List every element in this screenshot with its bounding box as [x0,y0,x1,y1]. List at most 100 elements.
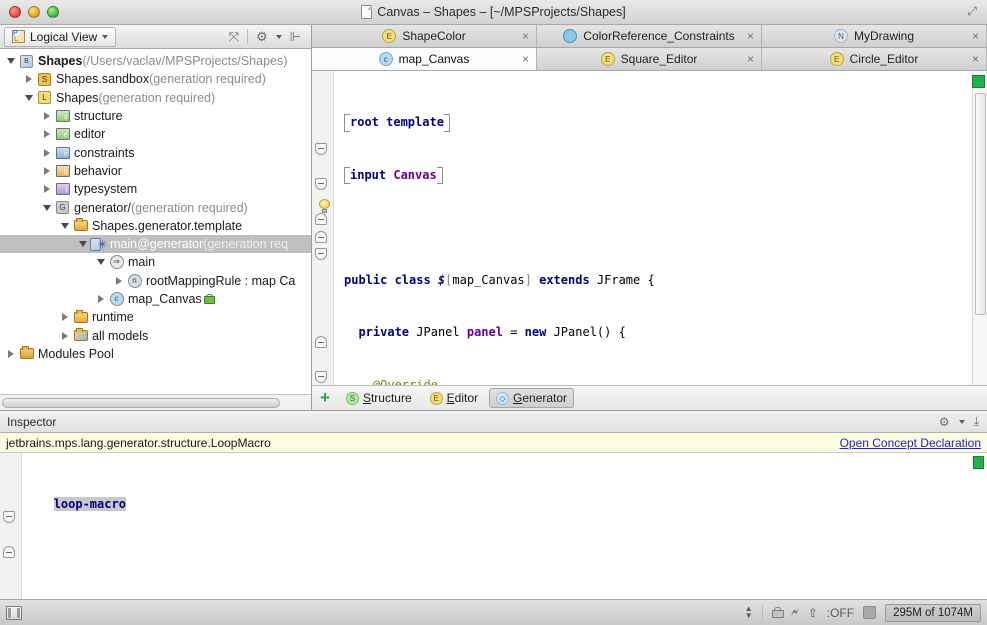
open-concept-declaration-link[interactable]: Open Concept Declaration [840,436,981,450]
inspector-body[interactable]: loop-macro comment : <none> mapping labe… [0,453,987,599]
hscroll-thumb[interactable] [2,398,280,408]
caps-lock-icon[interactable]: ⇧ [808,606,818,620]
code-editor[interactable]: root template input Canvas public class … [334,71,972,385]
chevron-down-icon[interactable] [94,259,108,265]
chevron-down-icon[interactable] [22,95,36,101]
chevron-right-icon[interactable] [40,130,54,138]
filmstrip-icon[interactable] [6,606,22,620]
aspect-tab-structure[interactable]: SStructure [339,388,419,408]
tree-item-constraints[interactable]: cconstraints [0,143,311,161]
fold-collapse-icon[interactable] [3,511,15,523]
editor-tab-map-canvas[interactable]: cmap_Canvas× [312,48,537,70]
chevron-right-icon[interactable] [112,277,126,285]
editor-tab-colorreference-constraints[interactable]: ColorReference_Constraints× [537,25,762,47]
lock-icon[interactable] [772,607,782,618]
chevron-right-icon[interactable] [4,350,18,358]
tree-item-structure[interactable]: sstructure [0,107,311,125]
close-icon[interactable]: × [522,30,529,42]
project-tree[interactable]: BShapes (/Users/vaclav/MPSProjects/Shape… [0,49,311,394]
message-icon[interactable] [863,606,876,619]
hide-panel-icon[interactable]: ⊩ [290,30,301,43]
fold-collapse-icon[interactable] [315,371,327,383]
fold-collapse-icon[interactable] [315,178,327,190]
fullscreen-icon[interactable]: ⤢ [965,4,979,18]
fold-collapse-icon[interactable] [315,143,327,155]
tree-item-label: typesystem [74,182,137,196]
fold-expand-icon[interactable] [315,336,327,348]
close-icon[interactable]: × [747,30,754,42]
aspect-tab-generator[interactable]: ◇Generator [489,388,574,408]
tree-item-all-models[interactable]: all models [0,326,311,344]
close-icon[interactable]: × [747,53,754,65]
editor-tab-shapecolor[interactable]: EShapeColor× [312,25,537,47]
inspector-gutter[interactable] [0,453,22,599]
node-header: loop-macro [54,497,126,511]
tree-item-runtime[interactable]: runtime [0,308,311,326]
close-icon[interactable]: × [972,30,979,42]
gear-icon[interactable]: ⚙ [256,30,268,43]
chevron-right-icon[interactable] [58,313,72,321]
resize-handle-icon[interactable]: ▲▼ [745,606,753,619]
editor-tab-mydrawing[interactable]: NMyDrawing× [762,25,987,47]
tree-item-main[interactable]: ⇒main [0,253,311,271]
chevron-right-icon[interactable] [40,112,54,120]
battery-icon[interactable]: 🗲 [791,605,799,620]
editor-gutter[interactable] [312,71,334,385]
aspect-tabs[interactable]: +SStructureEEditor◇Generator [312,385,987,410]
hide-panel-icon[interactable]: ⤓ [974,414,979,429]
fold-expand-icon[interactable] [315,213,327,225]
fold-expand-icon[interactable] [315,231,327,243]
fold-collapse-icon[interactable] [315,248,327,260]
tree-item-shapes-generator-template[interactable]: Shapes.generator.template [0,217,311,235]
close-icon[interactable]: × [972,53,979,65]
inspector-code[interactable]: loop-macro comment : <none> mapping labe… [22,453,987,599]
chevron-right-icon[interactable] [58,332,72,340]
tree-item-map-canvas[interactable]: cmap_Canvas [0,290,311,308]
vscroll-thumb[interactable] [975,93,986,315]
logical-view-selector[interactable]: Logical View [4,27,116,47]
tree-item-behavior[interactable]: bbehavior [0,162,311,180]
status-right-group: ▲▼ 🗲 ⇧ :OFF 295M of 1074M [745,604,981,622]
intention-bulb-icon[interactable] [318,199,331,214]
chevron-right-icon[interactable] [40,149,54,157]
editor-tabs-row-1[interactable]: EShapeColor×ColorReference_Constraints×N… [312,25,987,48]
tree-item-label: constraints [74,146,134,160]
chevron-down-icon[interactable] [58,223,72,229]
tree-item-shapes[interactable]: BShapes (/Users/vaclav/MPSProjects/Shape… [0,52,311,70]
tree-item-typesystem[interactable]: ttypesystem [0,180,311,198]
tree-item-main-generator[interactable]: ✳main@generator (generation req [0,235,311,253]
chevron-down-icon[interactable] [959,420,965,424]
tree-item-shapes[interactable]: LShapes (generation required) [0,89,311,107]
tree-item-shapes-sandbox[interactable]: SShapes.sandbox (generation required) [0,70,311,88]
fold-expand-icon[interactable] [3,546,15,558]
chevron-down-icon[interactable] [4,58,18,64]
editor-tab-label: map_Canvas [399,52,470,66]
gear-icon[interactable]: ⚙ [939,415,950,429]
chevron-down-icon[interactable] [76,241,90,247]
expand-collapse-icon[interactable]: ⤧ [229,30,239,43]
project-tree-hscrollbar[interactable] [0,394,311,410]
analysis-status-indicator[interactable] [972,75,985,88]
editor-vscrollbar[interactable] [972,71,987,385]
memory-indicator[interactable]: 295M of 1074M [885,604,981,622]
add-aspect-button[interactable]: + [320,389,335,408]
tree-item-modules-pool[interactable]: Modules Pool [0,345,311,363]
tree-item-suffix: (generation required) [131,201,248,215]
tree-item-rootmappingrule-map-ca[interactable]: nrootMappingRule : map Ca [0,272,311,290]
close-icon[interactable]: × [522,53,529,65]
chevron-right-icon[interactable] [94,295,108,303]
aspect-tab-editor[interactable]: EEditor [423,388,485,408]
editor-tabs-row-2[interactable]: cmap_Canvas×ESquare_Editor×ECircle_Edito… [312,48,987,71]
caps-lock-label: :OFF [827,606,854,620]
editor-tab-circle-editor[interactable]: ECircle_Editor× [762,48,987,70]
tree-item-editor[interactable]: eeditor [0,125,311,143]
chevron-down-icon[interactable] [40,205,54,211]
module-icon: B [18,55,35,68]
chevron-down-icon[interactable] [276,35,282,39]
chevron-right-icon[interactable] [40,167,54,175]
chevron-right-icon[interactable] [40,185,54,193]
tree-item-generator[interactable]: Ggenerator/ (generation required) [0,198,311,216]
chevron-right-icon[interactable] [22,75,36,83]
inspector-analysis-status-indicator[interactable] [973,456,984,469]
editor-tab-square-editor[interactable]: ESquare_Editor× [537,48,762,70]
